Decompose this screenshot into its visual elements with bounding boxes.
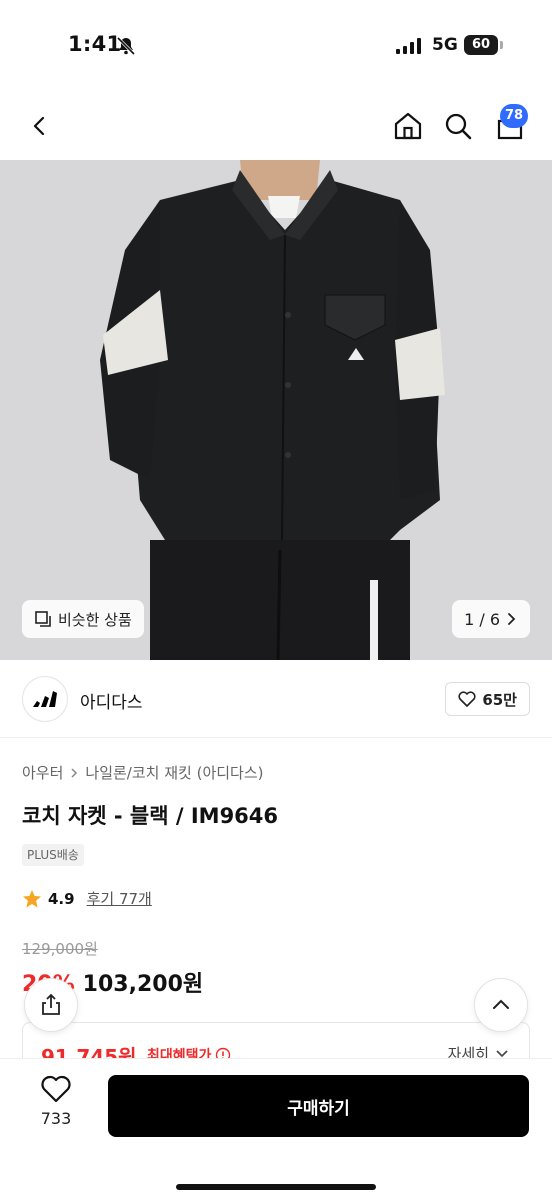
breadcrumb-item[interactable]: 나일론/코치 재킷 (아디다스)	[85, 762, 263, 783]
similar-products-button[interactable]: 비슷한 상품	[22, 600, 144, 638]
original-price: 129,000원	[22, 940, 98, 958]
brand-like-count: 65만	[482, 690, 517, 709]
battery-icon: 60	[464, 35, 498, 55]
share-icon	[42, 993, 60, 1015]
heart-icon	[458, 691, 476, 707]
similar-products-label: 비슷한 상품	[58, 610, 132, 629]
chevron-right-icon	[71, 767, 78, 778]
star-icon	[23, 889, 41, 907]
back-button[interactable]	[18, 104, 62, 148]
brand-like-button[interactable]: 65만	[445, 682, 530, 716]
search-icon	[445, 113, 472, 140]
cart-count-badge: 78	[500, 104, 528, 128]
status-time: 1:41	[68, 32, 122, 56]
similar-items-icon	[35, 611, 51, 627]
home-button[interactable]	[386, 104, 430, 148]
wishlist-button[interactable]: 733	[30, 1075, 82, 1145]
app-header	[0, 90, 552, 160]
brand-logo[interactable]	[22, 676, 68, 722]
status-bar: 1:41 5G 60	[0, 0, 552, 90]
rating-score: 4.9	[48, 889, 75, 908]
buy-button[interactable]: 구매하기	[108, 1075, 529, 1137]
wishlist-count: 733	[40, 1109, 72, 1128]
jacket-photo	[0, 160, 552, 660]
chevron-down-icon	[496, 1049, 508, 1057]
breadcrumb-item[interactable]: 아우터	[22, 762, 63, 783]
bell-muted-icon	[116, 36, 136, 56]
chevron-up-icon	[493, 999, 509, 1009]
product-image[interactable]: 비슷한 상품 1 / 6	[0, 160, 552, 660]
search-button[interactable]	[436, 104, 480, 148]
scroll-top-button[interactable]	[474, 978, 528, 1032]
plus-delivery-tag: PLUS배송	[22, 844, 84, 866]
image-pager-label: 1 / 6	[464, 609, 500, 629]
heart-icon	[41, 1075, 71, 1103]
sale-price: 103,200원	[82, 972, 204, 997]
brand-row[interactable]: 아디다스 65만	[0, 660, 552, 738]
bottom-action-bar: 733 구매하기	[0, 1058, 552, 1200]
adidas-logo-icon	[33, 691, 57, 707]
review-link[interactable]: 후기 77개	[87, 888, 152, 909]
battery-tip	[500, 41, 503, 49]
image-pager[interactable]: 1 / 6	[452, 600, 530, 638]
breadcrumb: 아우터 나일론/코치 재킷 (아디다스)	[22, 762, 264, 783]
home-icon	[394, 112, 422, 140]
brand-name[interactable]: 아디다스	[80, 688, 143, 713]
chevron-left-icon	[33, 116, 45, 136]
home-indicator	[176, 1184, 376, 1190]
product-title: 코치 자켓 - 블랙 / IM9646	[22, 804, 279, 828]
signal-icon	[396, 38, 421, 54]
chevron-right-icon	[508, 613, 516, 625]
network-type: 5G	[432, 35, 458, 55]
rating-row: 4.9 후기 77개	[22, 888, 152, 909]
share-button[interactable]	[24, 978, 78, 1032]
